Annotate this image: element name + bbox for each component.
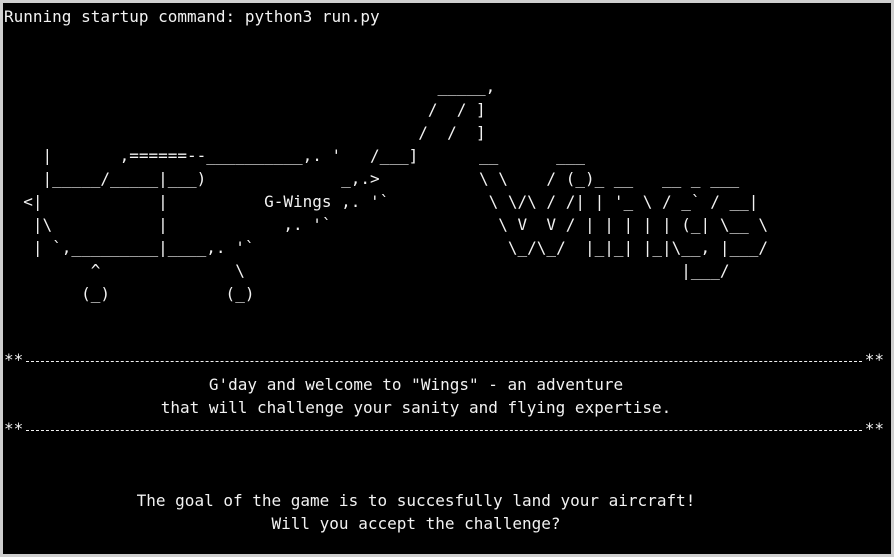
ascii-wings-logo: __ ___ \ \ / (_)_ __ __ _ ___ \ \/\ / /|… bbox=[479, 146, 768, 280]
divider-dash-line bbox=[26, 430, 862, 431]
divider-stars-right: ** bbox=[864, 419, 884, 438]
goal-line-1: The goal of the game is to succesfully l… bbox=[136, 491, 696, 510]
welcome-line-1: G'day and welcome to "Wings" - an advent… bbox=[208, 375, 624, 394]
divider-dash-line bbox=[26, 361, 862, 362]
divider-top: ** ** bbox=[4, 349, 890, 371]
startup-command-line: Running startup command: python3 run.py bbox=[4, 7, 380, 26]
ascii-plane-art: _____, / / ] / / ] | ,======--__________… bbox=[23, 77, 496, 303]
divider-bottom: ** ** bbox=[4, 418, 890, 440]
divider-stars-left: ** bbox=[4, 419, 24, 438]
divider-stars-left: ** bbox=[4, 350, 24, 369]
welcome-line-2: that will challenge your sanity and flyi… bbox=[160, 398, 672, 417]
terminal-window[interactable]: Running startup command: python3 run.py … bbox=[0, 0, 894, 557]
divider-stars-right: ** bbox=[864, 350, 884, 369]
goal-line-2: Will you accept the challenge? bbox=[271, 514, 561, 533]
